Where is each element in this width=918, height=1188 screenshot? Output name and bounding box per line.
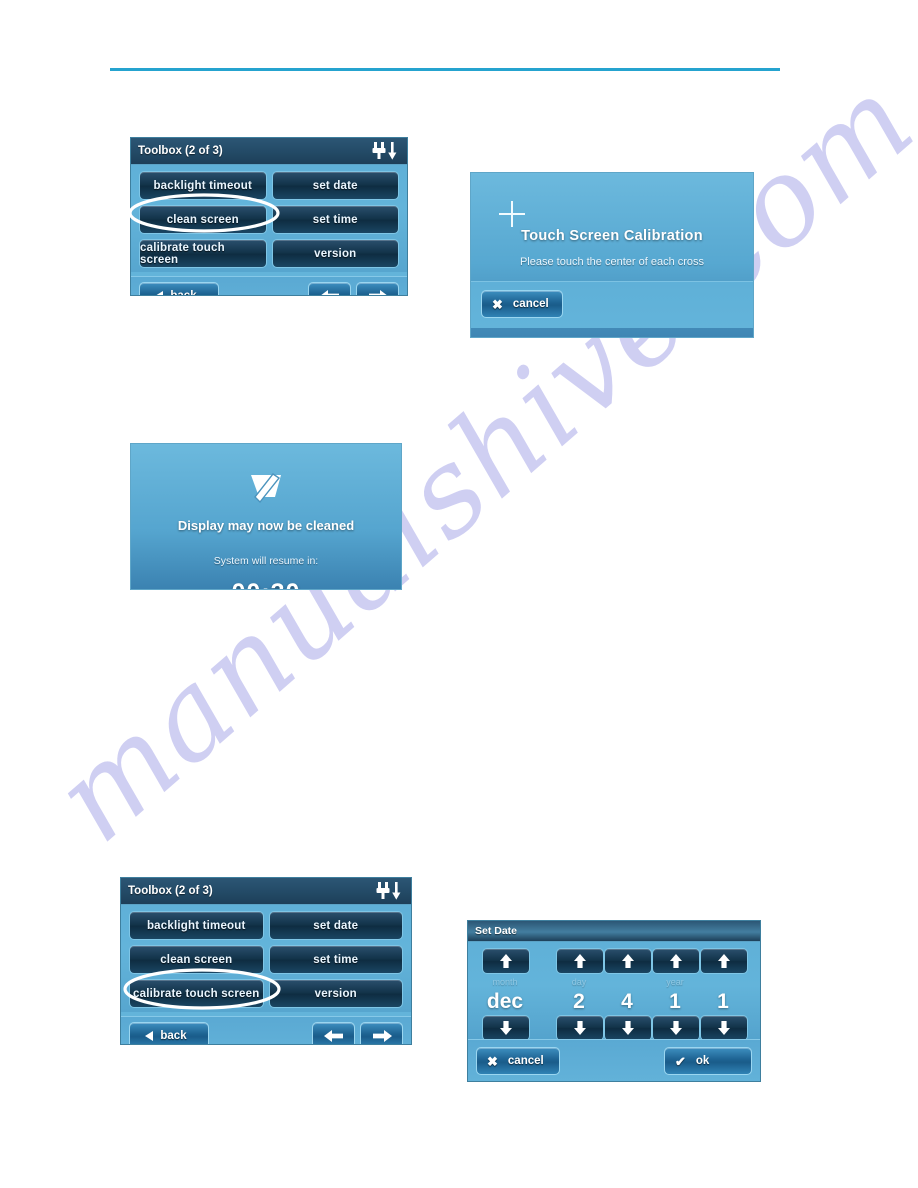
day-tens-value: 2 xyxy=(573,990,585,1013)
day-tens-decrement-button[interactable] xyxy=(556,1015,604,1041)
arrow-up-icon xyxy=(718,954,730,968)
arrow-up-icon xyxy=(622,954,634,968)
arrow-down-icon xyxy=(500,1021,512,1035)
cancel-button[interactable]: ✖ cancel xyxy=(481,290,563,318)
set-date-field-day-ones: 4 xyxy=(604,948,652,1041)
day-ones-increment-button[interactable] xyxy=(604,948,652,974)
button-calibrate-touch-screen[interactable]: calibrate touch screen xyxy=(139,239,267,268)
set-date-panel: Set Date month dec day 2 4 year 1 1 ✖ ca… xyxy=(467,920,761,1082)
arrow-up-icon xyxy=(670,954,682,968)
day-tens-increment-button[interactable] xyxy=(556,948,604,974)
toolbox-panel-bottom: Toolbox (2 of 3) backlight timeout set d… xyxy=(120,877,412,1045)
close-x-icon: ✖ xyxy=(487,1053,498,1069)
clean-screen-subtitle: System will resume in: xyxy=(213,555,319,567)
toolbox-title-bottom: Toolbox (2 of 3) xyxy=(128,885,213,897)
calibration-footer: ✖ cancel xyxy=(471,281,753,328)
previous-page-button-bottom[interactable] xyxy=(312,1022,355,1044)
set-date-body: month dec day 2 4 year 1 1 xyxy=(468,942,760,1041)
set-date-field-year-ones: 1 xyxy=(700,948,748,1041)
year-ones-increment-button[interactable] xyxy=(700,948,748,974)
clean-screen-title: Display may now be cleaned xyxy=(177,518,355,533)
set-date-cancel-label: cancel xyxy=(507,1055,544,1067)
arrow-left-icon xyxy=(323,1029,343,1042)
set-date-title: Set Date xyxy=(475,925,518,937)
button-set-date-bottom[interactable]: set date xyxy=(268,911,403,940)
button-set-time[interactable]: set time xyxy=(271,205,399,234)
arrow-right-icon xyxy=(372,1029,392,1042)
back-button-label: back xyxy=(170,289,197,296)
clean-screen-countdown: 00:30 xyxy=(131,579,401,589)
year-tens-value: 1 xyxy=(669,990,681,1013)
back-button-bottom[interactable]: back xyxy=(129,1022,209,1044)
arrow-up-icon xyxy=(574,954,586,968)
set-date-field-year-tens: year 1 xyxy=(652,948,700,1041)
touch-screen-calibration-panel: Touch Screen Calibration Please touch th… xyxy=(470,172,754,338)
page-header-rule xyxy=(110,68,780,71)
button-version-bottom[interactable]: version xyxy=(268,979,403,1008)
button-set-date[interactable]: set date xyxy=(271,171,399,200)
arrow-up-icon xyxy=(500,954,512,968)
triangle-left-icon xyxy=(155,290,164,295)
arrow-right-icon xyxy=(368,289,387,295)
set-date-cancel-button[interactable]: ✖ cancel xyxy=(476,1047,560,1075)
set-date-field-day-tens: day 2 xyxy=(556,948,604,1041)
power-plug-down-arrow-icon xyxy=(375,881,403,901)
toolbox-footer-top: back xyxy=(131,276,407,296)
calibration-cross-icon[interactable] xyxy=(499,201,525,227)
button-version[interactable]: version xyxy=(271,239,399,268)
year-tens-decrement-button[interactable] xyxy=(652,1015,700,1041)
year-tens-increment-button[interactable] xyxy=(652,948,700,974)
back-button-label-bottom: back xyxy=(160,1029,187,1042)
calibration-title: Touch Screen Calibration xyxy=(521,228,703,244)
toolbox-title: Toolbox (2 of 3) xyxy=(138,145,223,157)
highlight-ellipse-clean-screen xyxy=(128,193,280,233)
close-x-icon: ✖ xyxy=(492,296,503,312)
check-icon: ✔ xyxy=(675,1053,686,1069)
year-ones-decrement-button[interactable] xyxy=(700,1015,748,1041)
arrow-down-icon xyxy=(622,1021,634,1035)
arrow-down-icon xyxy=(718,1021,730,1035)
month-increment-button[interactable] xyxy=(482,948,530,974)
button-backlight-timeout-bottom[interactable]: backlight timeout xyxy=(129,911,264,940)
year-ones-value: 1 xyxy=(717,990,729,1013)
set-date-field-month: month dec xyxy=(482,948,530,1041)
highlight-ellipse-calibrate-touch-screen xyxy=(123,968,281,1010)
button-set-time-bottom[interactable]: set time xyxy=(268,945,403,974)
day-ones-decrement-button[interactable] xyxy=(604,1015,652,1041)
toolbox-header-bottom: Toolbox (2 of 3) xyxy=(121,878,411,905)
squeegee-wiper-icon xyxy=(243,472,289,506)
year-label: year xyxy=(666,977,684,987)
calibration-content: Touch Screen Calibration Please touch th… xyxy=(471,173,753,281)
calibration-subtitle: Please touch the center of each cross xyxy=(519,256,705,268)
power-plug-down-arrow-icon xyxy=(371,141,399,161)
month-decrement-button[interactable] xyxy=(482,1015,530,1041)
toolbox-header-top: Toolbox (2 of 3) xyxy=(131,138,407,165)
arrow-down-icon xyxy=(574,1021,586,1035)
month-label: month xyxy=(492,977,518,987)
day-ones-value: 4 xyxy=(621,990,633,1013)
back-button[interactable]: back xyxy=(139,282,219,296)
set-date-ok-button[interactable]: ✔ ok xyxy=(664,1047,752,1075)
cancel-button-label: cancel xyxy=(512,298,549,310)
day-ones-label xyxy=(604,976,650,989)
arrow-left-icon xyxy=(320,289,339,295)
year-ones-label xyxy=(700,976,746,989)
set-date-header: Set Date xyxy=(468,921,760,942)
arrow-down-icon xyxy=(670,1021,682,1035)
next-page-button[interactable] xyxy=(356,282,399,295)
month-value: dec xyxy=(486,990,524,1013)
triangle-left-icon xyxy=(145,1030,154,1041)
day-label: day xyxy=(571,977,587,987)
set-date-footer: ✖ cancel ✔ ok xyxy=(468,1039,760,1081)
next-page-button-bottom[interactable] xyxy=(360,1022,403,1044)
set-date-ok-label: ok xyxy=(695,1055,710,1067)
previous-page-button[interactable] xyxy=(308,282,351,295)
clean-screen-panel: Display may now be cleaned System will r… xyxy=(130,443,402,590)
toolbox-footer-bottom: back xyxy=(121,1016,411,1044)
